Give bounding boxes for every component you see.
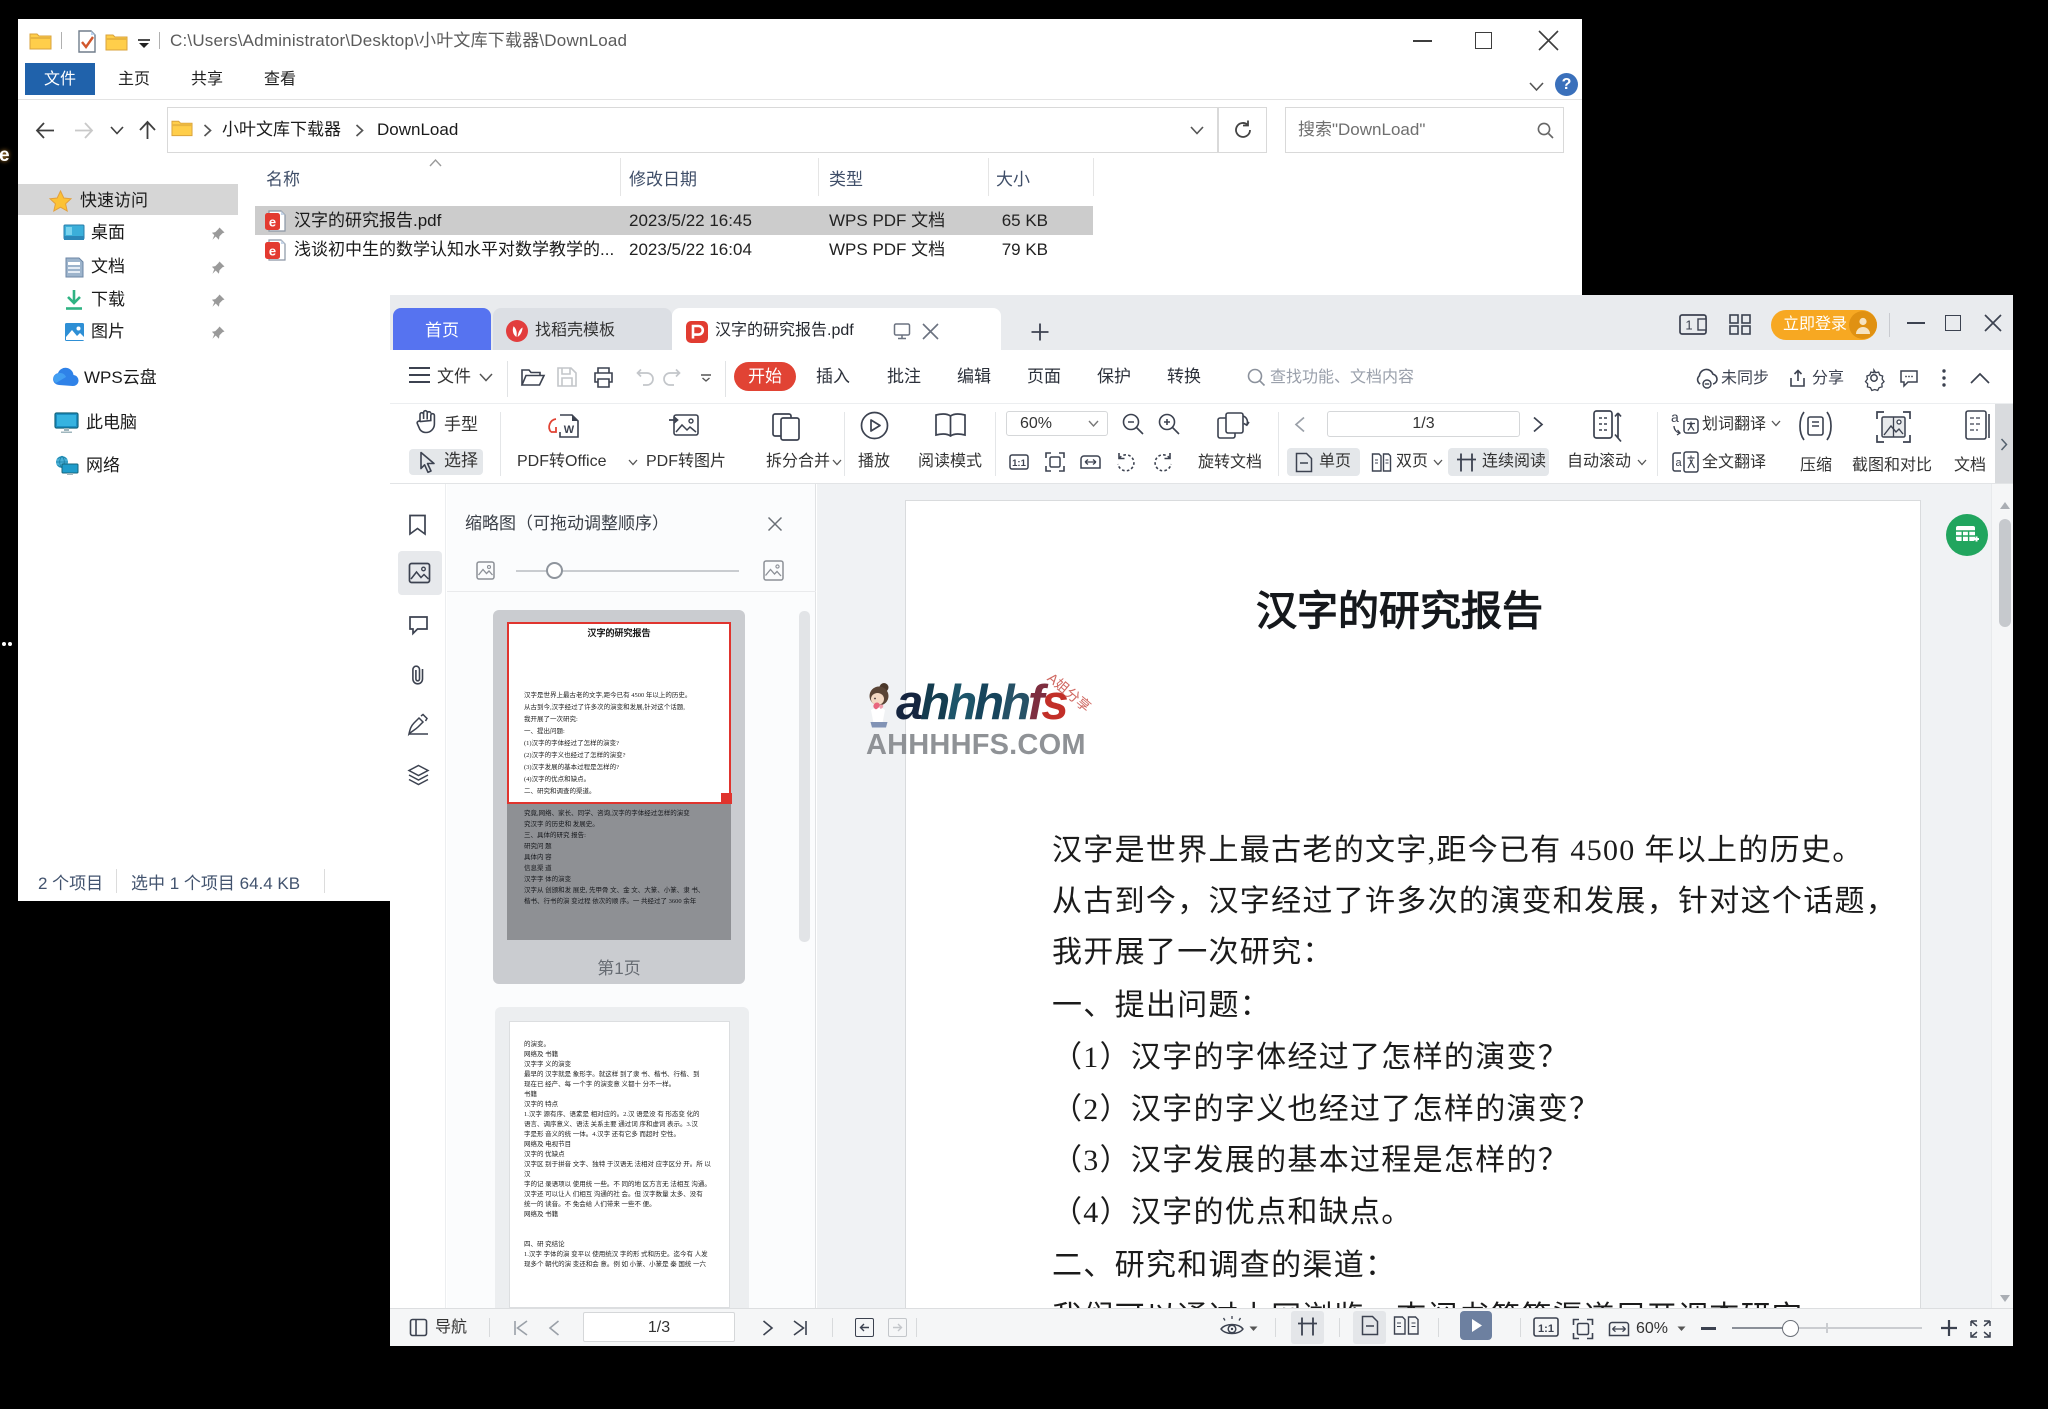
svg-text:1:1: 1:1 bbox=[1012, 458, 1026, 469]
svg-text:1: 1 bbox=[1685, 318, 1692, 333]
svg-text:a: a bbox=[1671, 409, 1679, 425]
svg-text:1:1: 1:1 bbox=[1538, 1323, 1554, 1335]
svg-text:e: e bbox=[269, 244, 276, 259]
svg-text:a: a bbox=[1676, 457, 1683, 469]
svg-text:e: e bbox=[269, 215, 276, 230]
svg-text:W: W bbox=[564, 424, 575, 436]
